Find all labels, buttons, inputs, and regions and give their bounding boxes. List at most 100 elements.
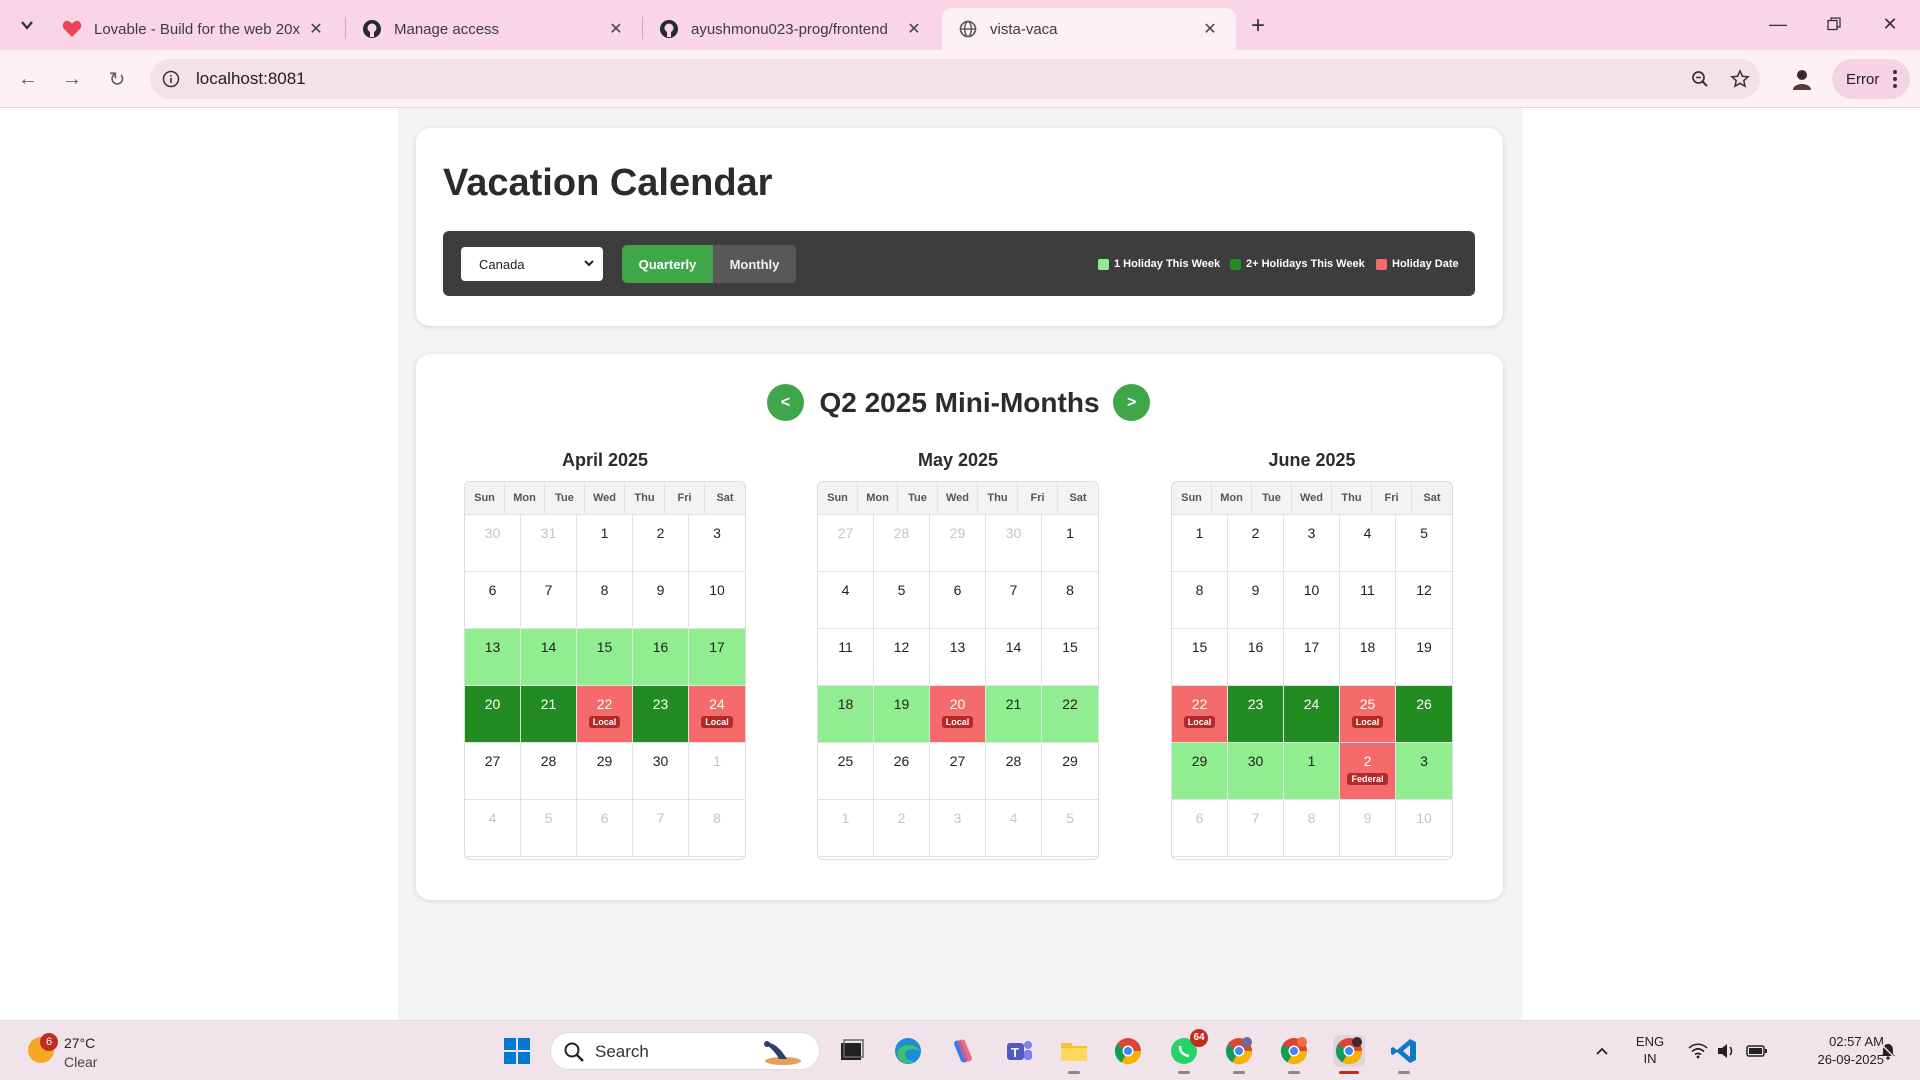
vscode-icon[interactable] <box>1388 1035 1420 1074</box>
day-cell[interactable]: 29 <box>577 743 633 800</box>
day-cell[interactable]: 1 <box>689 743 745 800</box>
day-cell[interactable]: 29 <box>1172 743 1228 800</box>
day-cell[interactable]: 15 <box>1042 629 1098 686</box>
task-view-icon[interactable] <box>836 1035 868 1067</box>
day-cell[interactable]: 27 <box>465 743 521 800</box>
url-text[interactable]: localhost:8081 <box>196 69 306 89</box>
battery-icon[interactable] <box>1744 1021 1770 1080</box>
teams-icon[interactable]: T <box>1003 1035 1035 1067</box>
day-cell[interactable]: 3 <box>1284 515 1340 572</box>
day-cell[interactable]: 1 <box>1042 515 1098 572</box>
close-icon[interactable]: ✕ <box>606 19 626 39</box>
day-cell[interactable]: 4 <box>986 800 1042 857</box>
day-cell[interactable]: 26 <box>1396 686 1452 743</box>
day-cell[interactable]: 1 <box>1172 515 1228 572</box>
day-cell[interactable]: 2 <box>633 515 689 572</box>
day-cell[interactable]: 19 <box>874 686 930 743</box>
day-cell[interactable]: 5 <box>1396 515 1452 572</box>
country-select[interactable]: Canada <box>461 247 603 281</box>
wifi-icon[interactable] <box>1686 1021 1710 1080</box>
day-cell[interactable]: 6 <box>577 800 633 857</box>
site-info-icon[interactable] <box>160 68 182 90</box>
day-cell[interactable]: 7 <box>1228 800 1284 857</box>
day-cell[interactable]: 10 <box>689 572 745 629</box>
tab-search-button[interactable] <box>13 11 41 39</box>
error-menu-button[interactable]: Error <box>1832 59 1910 99</box>
day-cell[interactable]: 28 <box>874 515 930 572</box>
day-cell[interactable]: 8 <box>1284 800 1340 857</box>
next-quarter-button[interactable]: > <box>1113 384 1150 421</box>
tab-manage-access[interactable]: Manage access ✕ <box>346 8 642 50</box>
day-cell[interactable]: 28 <box>521 743 577 800</box>
day-cell[interactable]: 30 <box>1228 743 1284 800</box>
day-cell[interactable]: 30 <box>465 515 521 572</box>
day-cell[interactable]: 13 <box>465 629 521 686</box>
day-cell[interactable]: 15 <box>577 629 633 686</box>
day-cell[interactable]: 6 <box>1172 800 1228 857</box>
chrome-profile-icon[interactable] <box>1278 1035 1310 1074</box>
day-cell[interactable]: 22 <box>1042 686 1098 743</box>
holiday-day-cell[interactable]: 22 Local <box>1172 686 1228 743</box>
file-explorer-icon[interactable] <box>1058 1035 1090 1074</box>
day-cell[interactable]: 28 <box>986 743 1042 800</box>
close-icon[interactable]: ✕ <box>306 19 326 39</box>
day-cell[interactable]: 15 <box>1172 629 1228 686</box>
zoom-icon[interactable] <box>1688 67 1712 91</box>
volume-icon[interactable] <box>1714 1021 1738 1080</box>
day-cell[interactable]: 2 <box>1228 515 1284 572</box>
day-cell[interactable]: 5 <box>521 800 577 857</box>
day-cell[interactable]: 21 <box>986 686 1042 743</box>
day-cell[interactable]: 5 <box>874 572 930 629</box>
day-cell[interactable]: 14 <box>986 629 1042 686</box>
day-cell[interactable]: 30 <box>986 515 1042 572</box>
day-cell[interactable]: 8 <box>689 800 745 857</box>
day-cell[interactable]: 10 <box>1396 800 1452 857</box>
day-cell[interactable]: 8 <box>577 572 633 629</box>
forward-button[interactable]: → <box>56 63 88 95</box>
chrome-active-icon[interactable] <box>1333 1035 1365 1074</box>
day-cell[interactable]: 9 <box>1340 800 1396 857</box>
day-cell[interactable]: 8 <box>1172 572 1228 629</box>
day-cell[interactable]: 14 <box>521 629 577 686</box>
minimize-button[interactable]: — <box>1750 0 1806 48</box>
day-cell[interactable]: 12 <box>874 629 930 686</box>
holiday-day-cell[interactable]: 25 Local <box>1340 686 1396 743</box>
day-cell[interactable]: 21 <box>521 686 577 743</box>
day-cell[interactable]: 27 <box>818 515 874 572</box>
day-cell[interactable]: 25 <box>818 743 874 800</box>
copilot-icon[interactable] <box>947 1035 979 1067</box>
tab-vista-vaca[interactable]: vista-vaca ✕ <box>942 8 1236 50</box>
chrome-profile-icon[interactable] <box>1223 1035 1255 1074</box>
taskbar-search[interactable]: Search <box>550 1032 820 1070</box>
language-indicator[interactable]: ENG IN <box>1628 1033 1672 1067</box>
day-cell[interactable]: 3 <box>689 515 745 572</box>
new-tab-button[interactable]: + <box>1244 12 1272 40</box>
day-cell[interactable]: 1 <box>577 515 633 572</box>
day-cell[interactable]: 6 <box>465 572 521 629</box>
day-cell[interactable]: 23 <box>633 686 689 743</box>
bookmark-star-icon[interactable] <box>1728 67 1752 91</box>
day-cell[interactable]: 18 <box>1340 629 1396 686</box>
holiday-day-cell[interactable]: 20 Local <box>930 686 986 743</box>
day-cell[interactable]: 4 <box>465 800 521 857</box>
profile-avatar[interactable] <box>1787 64 1817 94</box>
day-cell[interactable]: 4 <box>818 572 874 629</box>
day-cell[interactable]: 16 <box>633 629 689 686</box>
day-cell[interactable]: 23 <box>1228 686 1284 743</box>
holiday-day-cell[interactable]: 2 Federal <box>1340 743 1396 800</box>
edge-browser-icon[interactable] <box>892 1035 924 1067</box>
monthly-view-button[interactable]: Monthly <box>713 245 796 283</box>
weather-widget[interactable]: 6 27°C Clear <box>24 1031 144 1073</box>
tray-overflow-button[interactable] <box>1590 1021 1614 1080</box>
tab-github-frontend[interactable]: ayushmonu023-prog/frontend ✕ <box>643 8 940 50</box>
day-cell[interactable]: 3 <box>930 800 986 857</box>
day-cell[interactable]: 6 <box>930 572 986 629</box>
day-cell[interactable]: 16 <box>1228 629 1284 686</box>
day-cell[interactable]: 2 <box>874 800 930 857</box>
restore-button[interactable] <box>1806 0 1862 48</box>
day-cell[interactable]: 5 <box>1042 800 1098 857</box>
day-cell[interactable]: 11 <box>818 629 874 686</box>
notification-bell-icon[interactable] <box>1876 1021 1900 1080</box>
day-cell[interactable]: 19 <box>1396 629 1452 686</box>
whatsapp-icon[interactable]: 64 <box>1168 1029 1208 1074</box>
